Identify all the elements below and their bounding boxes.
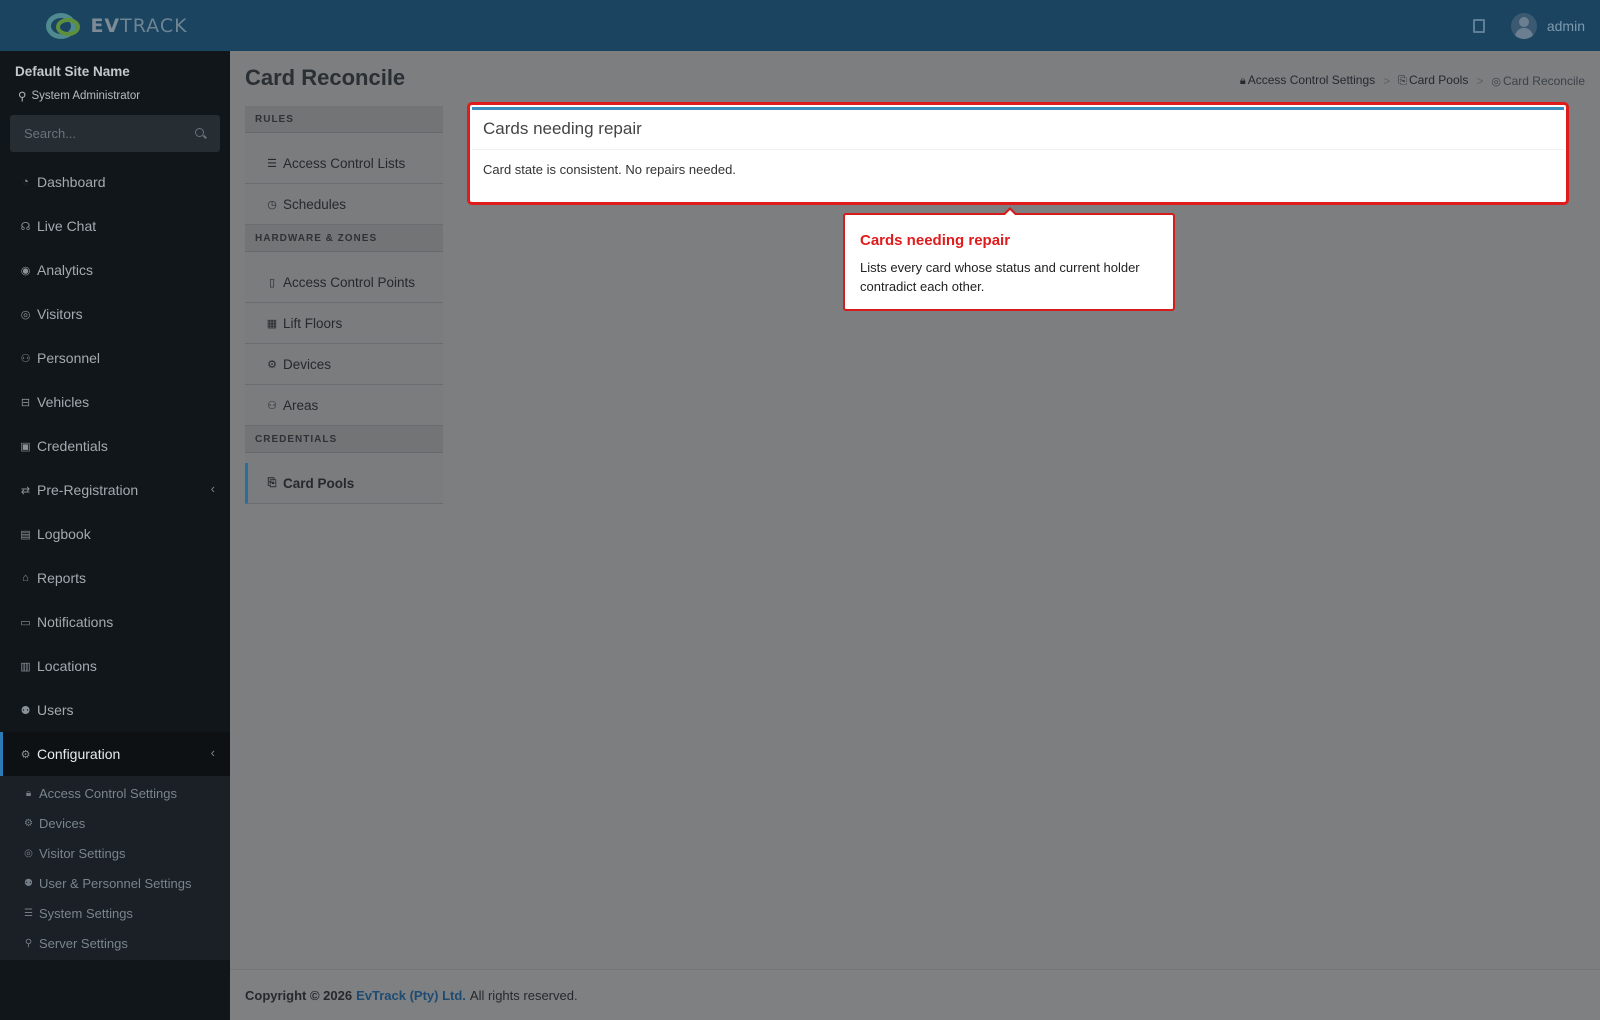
card-title: Cards needing repair <box>472 110 1564 150</box>
footer: Copyright © 2026 EvTrack (Pty) Ltd. All … <box>230 969 1600 1020</box>
page-title: Card Reconcile <box>245 65 406 90</box>
chevron-left-icon: ‹ <box>210 745 215 760</box>
elevator-icon: ▦ <box>266 317 278 330</box>
site-name: Default Site Name <box>15 64 130 79</box>
brand-logo[interactable]: EVTRACK <box>0 0 230 51</box>
sliders-icon: ☰ <box>24 907 33 919</box>
chevron-left-icon: ‹ <box>210 481 215 496</box>
sidebar-item-logbook[interactable]: ▤ Logbook <box>0 512 230 556</box>
sidebar-item-personnel[interactable]: ⚇ Personnel <box>0 336 230 380</box>
submenu-item-devices[interactable]: ⚙ Devices <box>0 808 230 838</box>
user-gear-icon: ⚉ <box>24 877 33 889</box>
sidebar-item-reports[interactable]: ⌂ Reports <box>0 556 230 600</box>
people-icon: ⚇ <box>267 399 277 412</box>
lock-icon: 🔒︎ <box>25 787 32 799</box>
breadcrumb-access-control-settings[interactable]: 🔒︎ Access Control Settings <box>1240 73 1375 88</box>
sidebar-item-analytics[interactable]: ◉ Analytics <box>0 248 230 292</box>
sidebar-search <box>10 115 220 152</box>
subnav-item-access-control-lists[interactable]: ☰ Access Control Lists <box>245 143 443 184</box>
server-icon: ⚲ <box>24 937 33 949</box>
user-role: ⚲ System Administrator <box>18 90 141 103</box>
card-pool-icon: ⎘ <box>267 476 277 489</box>
avatar <box>1510 12 1537 39</box>
sidebar-item-dashboard[interactable]: ◔ Dashboard <box>0 160 230 204</box>
eye-icon: ◎ <box>24 847 33 859</box>
subnav-item-access-control-points[interactable]: ▯ Access Control Points <box>245 262 443 303</box>
sidebar-item-configuration[interactable]: ⚙ Configuration ‹ <box>0 732 230 776</box>
top-header: EVTRACK admin <box>0 0 1600 51</box>
card-highlight: Cards needing repair Card state is consi… <box>467 102 1569 205</box>
vehicle-icon: ⊟ <box>20 396 31 409</box>
analytics-icon: ◉ <box>20 264 31 277</box>
breadcrumb-card-pools[interactable]: ⎘ Card Pools <box>1398 73 1468 88</box>
gear-icon: ⚙ <box>267 358 277 371</box>
reconcile-icon: ◎ <box>1491 75 1501 88</box>
sidebar-item-users[interactable]: ⚉ Users <box>0 688 230 732</box>
subnav-item-schedules[interactable]: ◷ Schedules <box>245 184 443 225</box>
search-icon[interactable] <box>195 128 204 137</box>
logo-mark-icon <box>42 12 86 40</box>
breadcrumb-separator: > <box>1476 73 1484 88</box>
submenu-item-system-settings[interactable]: ☰ System Settings <box>0 898 230 928</box>
search-input[interactable] <box>10 115 220 152</box>
logbook-icon: ▤ <box>20 528 31 541</box>
tour-tooltip: Cards needing repair Lists every card wh… <box>843 207 1175 311</box>
card-pool-icon: ⎘ <box>1398 75 1407 87</box>
sidebar: Default Site Name ⚲ System Administrator… <box>0 51 230 1020</box>
copyright-text: Copyright © 2026 <box>245 987 353 1003</box>
subnav-header-credentials: CREDENTIALS <box>245 426 443 453</box>
subnav-header-hardware-zones: HARDWARE & ZONES <box>245 225 443 252</box>
chat-icon: ▭ <box>20 616 31 629</box>
eye-icon: ◎ <box>20 308 31 321</box>
clock-icon: ◷ <box>267 198 277 211</box>
sidebar-nav: ◔ Dashboard ☊ Live Chat ◉ Analytics ◎ Visito… <box>0 160 230 960</box>
list-icon: ☰ <box>267 157 277 170</box>
rights-text: All rights reserved. <box>469 987 578 1003</box>
company-link[interactable]: EvTrack (Pty) Ltd. <box>356 988 466 1003</box>
breadcrumb-card-reconcile: ◎ Card Reconcile <box>1491 73 1585 88</box>
tooltip-title: Cards needing repair <box>860 232 1011 249</box>
user-menu[interactable]: admin <box>1510 12 1585 39</box>
sidebar-item-vehicles[interactable]: ⊟ Vehicles <box>0 380 230 424</box>
credentials-icon: ▣ <box>20 440 31 453</box>
configuration-submenu: 🔒︎ Access Control Settings ⚙ Devices ◎ Visi… <box>0 776 230 960</box>
sidebar-item-locations[interactable]: ▥ Locations <box>0 644 230 688</box>
main-content: Card Reconcile 🔒︎ Access Control Settings… <box>230 51 1600 969</box>
breadcrumb: 🔒︎ Access Control Settings > ⎘ Card Pools … <box>1240 73 1585 88</box>
tooltip-text: Lists every card whose status and curren… <box>860 260 1140 294</box>
sidebar-item-live-chat[interactable]: ☊ Live Chat <box>0 204 230 248</box>
person-icon: ⚇ <box>20 352 31 365</box>
subnav-item-devices[interactable]: ⚙ Devices <box>245 344 443 385</box>
settings-subnav: RULES ☰ Access Control Lists ◷ Schedules H… <box>245 106 443 504</box>
subnav-header-rules: RULES <box>245 106 443 133</box>
brand-name: EVTRACK <box>90 14 188 37</box>
person-icon: ⚲ <box>18 91 27 103</box>
lock-icon: 🔒︎ <box>1239 75 1246 87</box>
sidebar-item-credentials[interactable]: ▣ Credentials <box>0 424 230 468</box>
submenu-item-access-control-settings[interactable]: 🔒︎ Access Control Settings <box>0 778 230 808</box>
breadcrumb-separator: > <box>1383 73 1391 88</box>
sidebar-item-pre-registration[interactable]: ⇄ Pre-Registration ‹ <box>0 468 230 512</box>
sidebar-item-visitors[interactable]: ◎ Visitors <box>0 292 230 336</box>
dashboard-icon: ◔ <box>22 176 29 188</box>
cards-needing-repair-card: Cards needing repair Card state is consi… <box>472 107 1564 200</box>
submenu-item-visitor-settings[interactable]: ◎ Visitor Settings <box>0 838 230 868</box>
reports-icon: ⌂ <box>22 572 29 584</box>
map-icon: ▥ <box>20 660 31 673</box>
user-gear-icon: ⚉ <box>20 704 31 717</box>
arrows-icon: ⇄ <box>20 484 31 497</box>
building-icon[interactable] <box>1472 18 1485 33</box>
submenu-item-server-settings[interactable]: ⚲ Server Settings <box>0 928 230 958</box>
subnav-item-card-pools[interactable]: ⎘ Card Pools <box>245 463 443 504</box>
door-icon: ▯ <box>268 276 276 289</box>
subnav-item-areas[interactable]: ⚇ Areas <box>245 385 443 426</box>
username: admin <box>1546 17 1585 34</box>
gear-icon: ⚙ <box>20 748 31 761</box>
submenu-item-user-personnel-settings[interactable]: ⚉ User & Personnel Settings <box>0 868 230 898</box>
gear-icon: ⚙ <box>24 817 33 829</box>
sidebar-item-notifications[interactable]: ▭ Notifications <box>0 600 230 644</box>
card-body: Card state is consistent. No repairs nee… <box>483 162 736 177</box>
subnav-item-lift-floors[interactable]: ▦ Lift Floors <box>245 303 443 344</box>
headset-icon: ☊ <box>20 220 31 233</box>
